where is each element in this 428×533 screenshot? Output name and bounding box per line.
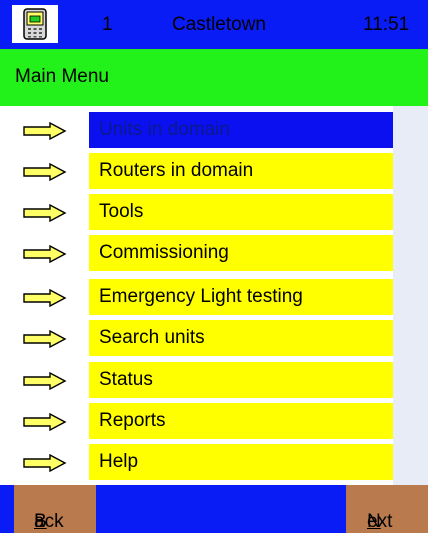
menu-item-tools[interactable]: Tools [89, 194, 393, 230]
menu-row-tools[interactable]: Tools [0, 194, 393, 232]
arrow-right-icon [23, 204, 67, 222]
menu-row-reports[interactable]: Reports [0, 403, 393, 441]
menu-item-label: Tools [99, 201, 144, 222]
menu-item-label: Routers in domain [99, 160, 254, 181]
arrow-right-icon [23, 163, 67, 181]
arrow-right-icon [23, 413, 67, 431]
menu-item-emergency-light-testing[interactable]: Emergency Light testing [89, 279, 393, 315]
menu-item-units-in-domain[interactable]: Units in domain [89, 112, 393, 148]
arrow-right-icon [23, 289, 67, 307]
menu-item-label: Emergency Light testing [99, 286, 303, 307]
menu-item-routers-in-domain[interactable]: Routers in domain [89, 153, 393, 189]
back-button-label-rest: ack [34, 511, 64, 532]
menu-row-routers-in-domain[interactable]: Routers in domain [0, 153, 393, 191]
scrollbar-track[interactable] [393, 106, 428, 485]
title-bar: Main Menu [0, 49, 428, 106]
footer-bar: Back Next [0, 485, 428, 533]
arrow-right-icon [23, 122, 67, 140]
arrow-right-icon [23, 330, 67, 348]
clock: 11:51 [363, 14, 410, 35]
menu-row-emergency-light-testing[interactable]: Emergency Light testing [0, 279, 393, 317]
menu-item-commissioning[interactable]: Commissioning [89, 235, 393, 271]
menu-item-label: Status [99, 369, 153, 390]
menu-row-units-in-domain[interactable]: Units in domain [0, 112, 393, 150]
menu-item-label: Reports [99, 410, 166, 431]
page-title: Main Menu [15, 66, 109, 87]
menu-item-label: Commissioning [99, 242, 229, 263]
next-button[interactable]: Next [346, 485, 428, 533]
menu-item-label: Help [99, 451, 139, 472]
menu-row-status[interactable]: Status [0, 362, 393, 400]
menu-row-commissioning[interactable]: Commissioning [0, 235, 393, 273]
menu-item-status[interactable]: Status [89, 362, 393, 398]
arrow-right-icon [23, 454, 67, 472]
device-screen: 1 Castletown 11:51 Main Menu Units in do… [0, 0, 428, 533]
arrow-right-icon [23, 372, 67, 390]
status-number: 1 [102, 14, 113, 35]
menu-item-reports[interactable]: Reports [89, 403, 393, 439]
menu-row-search-units[interactable]: Search units [0, 320, 393, 358]
back-button[interactable]: Back [14, 485, 96, 533]
status-bar: 1 Castletown 11:51 [0, 0, 428, 49]
location-label: Castletown [172, 14, 266, 35]
menu-item-help[interactable]: Help [89, 444, 393, 480]
menu-item-label: Search units [99, 327, 205, 348]
pda-icon[interactable] [12, 5, 58, 43]
next-button-label-rest: ext [367, 511, 393, 532]
arrow-right-icon [23, 245, 67, 263]
menu-row-help[interactable]: Help [0, 444, 393, 482]
menu-item-label: Units in domain [99, 119, 230, 140]
menu-item-search-units[interactable]: Search units [89, 320, 393, 356]
